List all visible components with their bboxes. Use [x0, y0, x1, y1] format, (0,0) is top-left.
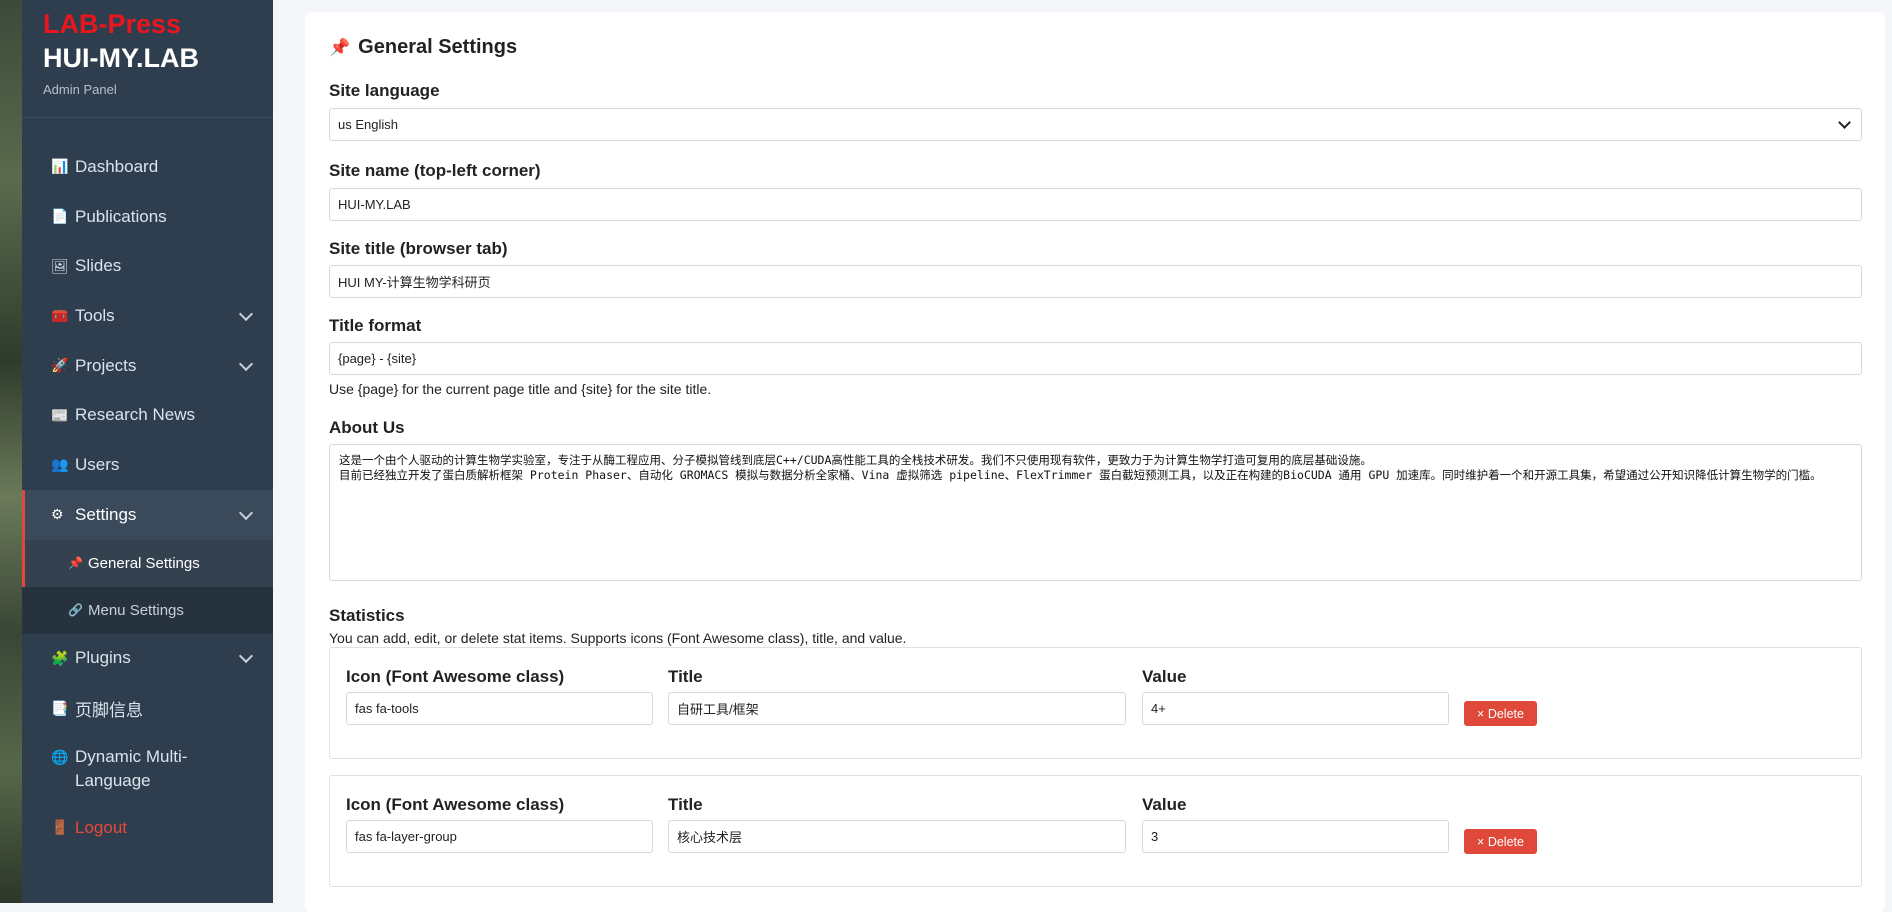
stat-value-input[interactable]: 3 [1142, 820, 1449, 853]
sidebar-item-label: Settings [75, 504, 137, 524]
background-photo-strip [0, 0, 22, 903]
settings-submenu: 📌 General Settings 🔗 Menu Settings [22, 539, 273, 634]
stat-icon-input[interactable]: fas fa-layer-group [346, 820, 653, 853]
globe-icon: 🌐 [51, 748, 69, 765]
chevron-down-icon [1838, 116, 1851, 129]
newspaper-icon: 📰 [51, 406, 69, 423]
statistics-label: Statistics [329, 606, 405, 625]
page-title: 📌 General Settings [329, 36, 517, 59]
delete-stat-button[interactable]: × Delete [1464, 701, 1537, 726]
link-icon: 🔗 [68, 603, 83, 617]
stat-title-input[interactable]: 核心技术层 [668, 820, 1126, 853]
sidebar-item-plugins[interactable]: 🧩 Plugins [22, 634, 273, 684]
sidebar-item-label: Tools [75, 305, 115, 325]
chevron-down-icon [238, 505, 254, 520]
rocket-icon: 🚀 [51, 357, 69, 374]
sidebar-nav: 📊 Dashboard 📄 Publications 🖼 Slides 🧰 To… [22, 142, 273, 853]
sidebar-item-label: Plugins [75, 648, 131, 668]
site-name-label: Site name (top-left corner) [329, 161, 541, 180]
sidebar-item-projects[interactable]: 🚀 Projects [22, 341, 273, 391]
site-name-input[interactable]: HUI-MY.LAB [329, 188, 1862, 221]
sidebar-subitem-general-settings[interactable]: 📌 General Settings [22, 539, 273, 587]
sidebar-item-footer-info[interactable]: 📑 页脚信息 [22, 683, 273, 733]
puzzle-icon: 🧩 [51, 649, 69, 666]
pin-icon: 📌 [68, 556, 83, 570]
toolbox-icon: 🧰 [51, 307, 69, 324]
stat-title-label: Title [668, 795, 703, 814]
sidebar-item-label: Dashboard [75, 156, 159, 176]
title-format-input[interactable]: {page} - {site} [329, 342, 1862, 375]
sidebar-item-label: Slides [75, 256, 122, 276]
delete-stat-button[interactable]: × Delete [1464, 829, 1537, 854]
chart-icon: 📊 [51, 158, 69, 175]
sidebar-item-settings[interactable]: ⚙ Settings [22, 489, 273, 540]
sidebar-item-label: Users [75, 454, 120, 474]
stat-value-input[interactable]: 4+ [1142, 692, 1449, 725]
admin-panel-label: Admin Panel [43, 82, 117, 97]
sidebar-item-tools[interactable]: 🧰 Tools [22, 291, 273, 341]
sidebar-item-label: Dynamic Multi-Language [75, 746, 188, 790]
brand-label: LAB-Press [43, 9, 182, 39]
sidebar: LAB-Press HUI-MY.LAB Admin Panel 📊 Dashb… [22, 0, 273, 903]
site-name[interactable]: HUI-MY.LAB [43, 41, 253, 75]
door-icon: 🚪 [51, 819, 69, 836]
stat-title-label: Title [668, 667, 703, 686]
sidebar-item-label: General Settings [88, 554, 200, 572]
stat-item: Icon (Font Awesome class) Title Value fa… [329, 647, 1862, 759]
stat-icon-label: Icon (Font Awesome class) [346, 795, 565, 814]
title-format-label: Title format [329, 316, 422, 335]
sidebar-item-users[interactable]: 👥 Users [22, 440, 273, 490]
sidebar-item-label: Menu Settings [88, 601, 184, 619]
statistics-help: You can add, edit, or delete stat items.… [329, 630, 907, 646]
stat-icon-input[interactable]: fas fa-tools [346, 692, 653, 725]
site-name-value: HUI-MY.LAB [338, 197, 411, 212]
sidebar-item-label: Research News [75, 405, 195, 425]
chevron-down-icon [238, 356, 254, 371]
sidebar-item-dynamic-multi-language[interactable]: 🌐 Dynamic Multi-Language [22, 733, 273, 803]
about-us-textarea[interactable]: 这是一个由个人驱动的计算生物学实验室，专注于从酶工程应用、分子模拟管线到底层C+… [329, 444, 1862, 581]
site-language-select[interactable]: us English [329, 108, 1862, 141]
bookmark-icon: 📑 [51, 699, 69, 716]
chevron-down-icon [238, 649, 254, 664]
sidebar-item-publications[interactable]: 📄 Publications [22, 192, 273, 242]
stat-value-label: Value [1142, 667, 1187, 686]
site-language-value: us English [338, 117, 398, 132]
site-title-value: HUI MY-计算生物学科研页 [338, 275, 491, 290]
stat-value-label: Value [1142, 795, 1187, 814]
gear-icon: ⚙ [51, 506, 64, 523]
site-language-label: Site language [329, 81, 440, 100]
sidebar-item-logout[interactable]: 🚪 Logout [22, 803, 273, 853]
sidebar-item-label: 页脚信息 [75, 700, 143, 720]
sidebar-subitem-menu-settings[interactable]: 🔗 Menu Settings [22, 587, 273, 634]
stat-item: Icon (Font Awesome class) Title Value fa… [329, 775, 1862, 887]
title-format-help: Use {page} for the current page title an… [329, 381, 712, 397]
site-title-input[interactable]: HUI MY-计算生物学科研页 [329, 265, 1862, 298]
stat-icon-label: Icon (Font Awesome class) [346, 667, 565, 686]
users-icon: 👥 [51, 456, 69, 473]
pin-icon: 📌 [329, 37, 351, 57]
image-icon: 🖼 [51, 257, 69, 274]
sidebar-item-dashboard[interactable]: 📊 Dashboard [22, 142, 273, 192]
site-title-label: Site title (browser tab) [329, 239, 508, 258]
sidebar-item-label: Logout [75, 817, 127, 837]
sidebar-item-label: Publications [75, 206, 167, 226]
page-title-text: General Settings [358, 36, 518, 58]
title-format-value: {page} - {site} [338, 351, 417, 366]
brand: LAB-Press HUI-MY.LAB Admin Panel [22, 0, 273, 118]
sidebar-item-label: Projects [75, 355, 137, 375]
sidebar-item-slides[interactable]: 🖼 Slides [22, 241, 273, 291]
sidebar-item-research-news[interactable]: 📰 Research News [22, 390, 273, 440]
chevron-down-icon [238, 306, 254, 321]
document-icon: 📄 [51, 208, 69, 225]
stat-title-input[interactable]: 自研工具/框架 [668, 692, 1126, 725]
about-us-label: About Us [329, 418, 405, 437]
